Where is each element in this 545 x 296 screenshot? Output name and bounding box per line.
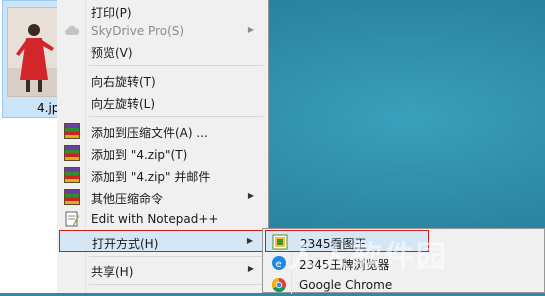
menu-item-label: 添加到 "4.zip" 并邮件 <box>91 170 211 184</box>
submenu-arrow-icon: ▶ <box>247 25 254 34</box>
notepad-plus-plus-icon <box>64 211 80 227</box>
chrome-icon <box>271 277 287 293</box>
winrar-icon <box>64 189 80 205</box>
menu-item-share[interactable]: 共享(H) ▶ <box>59 259 266 281</box>
submenu-item-label: Google Chrome <box>299 278 393 292</box>
menu-item-label: 添加到 "4.zip"(T) <box>91 148 188 162</box>
menu-item-add-to-archive[interactable]: 添加到压缩文件(A) ... <box>59 120 266 142</box>
image-thumbnail <box>7 7 63 97</box>
menu-item-add-to-zip[interactable]: 添加到 "4.zip"(T) <box>59 142 266 164</box>
2345-viewer-icon <box>272 234 288 250</box>
menu-item-rotate-left[interactable]: 向左旋转(L) <box>59 91 266 113</box>
menu-item-label: 打印(P) <box>91 6 132 20</box>
menu-item-other-compress[interactable]: 其他压缩命令 ▶ <box>59 186 266 208</box>
menu-item-label: SkyDrive Pro(S) <box>91 24 185 38</box>
menu-item-label: Edit with Notepad++ <box>91 212 219 226</box>
menu-item-print[interactable]: 打印(P) <box>59 0 266 22</box>
menu-item-edit-notepad-plus-plus[interactable]: Edit with Notepad++ <box>59 208 266 230</box>
svg-text:e: e <box>276 259 282 270</box>
winrar-icon <box>64 167 80 183</box>
menu-item-preview[interactable]: 预览(V) <box>59 40 266 62</box>
submenu-arrow-icon: ▶ <box>247 191 254 200</box>
menu-item-add-to-zip-and-email[interactable]: 添加到 "4.zip" 并邮件 <box>59 164 266 186</box>
thumbnail-photo <box>8 8 62 96</box>
menu-item-rotate-right[interactable]: 向右旋转(T) <box>59 69 266 91</box>
watermark-text: 人人软件园 <box>288 240 448 275</box>
menu-separator <box>89 65 263 66</box>
menu-item-label: 共享(H) <box>91 265 134 279</box>
winrar-icon <box>64 123 80 139</box>
2345-browser-icon: e <box>271 255 287 271</box>
menu-item-label: 向左旋转(L) <box>91 97 156 111</box>
menu-item-open-with[interactable]: 打开方式(H) ▶ <box>59 230 266 252</box>
winrar-icon <box>64 145 80 161</box>
menu-item-label: 其他压缩命令 <box>91 192 164 206</box>
cloud-icon <box>64 23 80 39</box>
menu-separator <box>89 284 263 285</box>
submenu-arrow-icon: ▶ <box>247 264 254 273</box>
menu-item-label: 预览(V) <box>91 46 133 60</box>
menu-item-label: 向右旋转(T) <box>91 75 156 89</box>
submenu-arrow-icon: ▶ <box>246 236 253 245</box>
menu-separator <box>89 116 263 117</box>
menu-separator <box>89 256 263 257</box>
menu-item-label: 添加到压缩文件(A) ... <box>91 126 208 140</box>
menu-item-skydrive-pro[interactable]: SkyDrive Pro(S) ▶ <box>59 20 266 42</box>
menu-item-label: 打开方式(H) <box>92 237 159 251</box>
context-menu: 打印(P) SkyDrive Pro(S) ▶ 预览(V) 向右旋转(T) 向左… <box>57 0 269 293</box>
